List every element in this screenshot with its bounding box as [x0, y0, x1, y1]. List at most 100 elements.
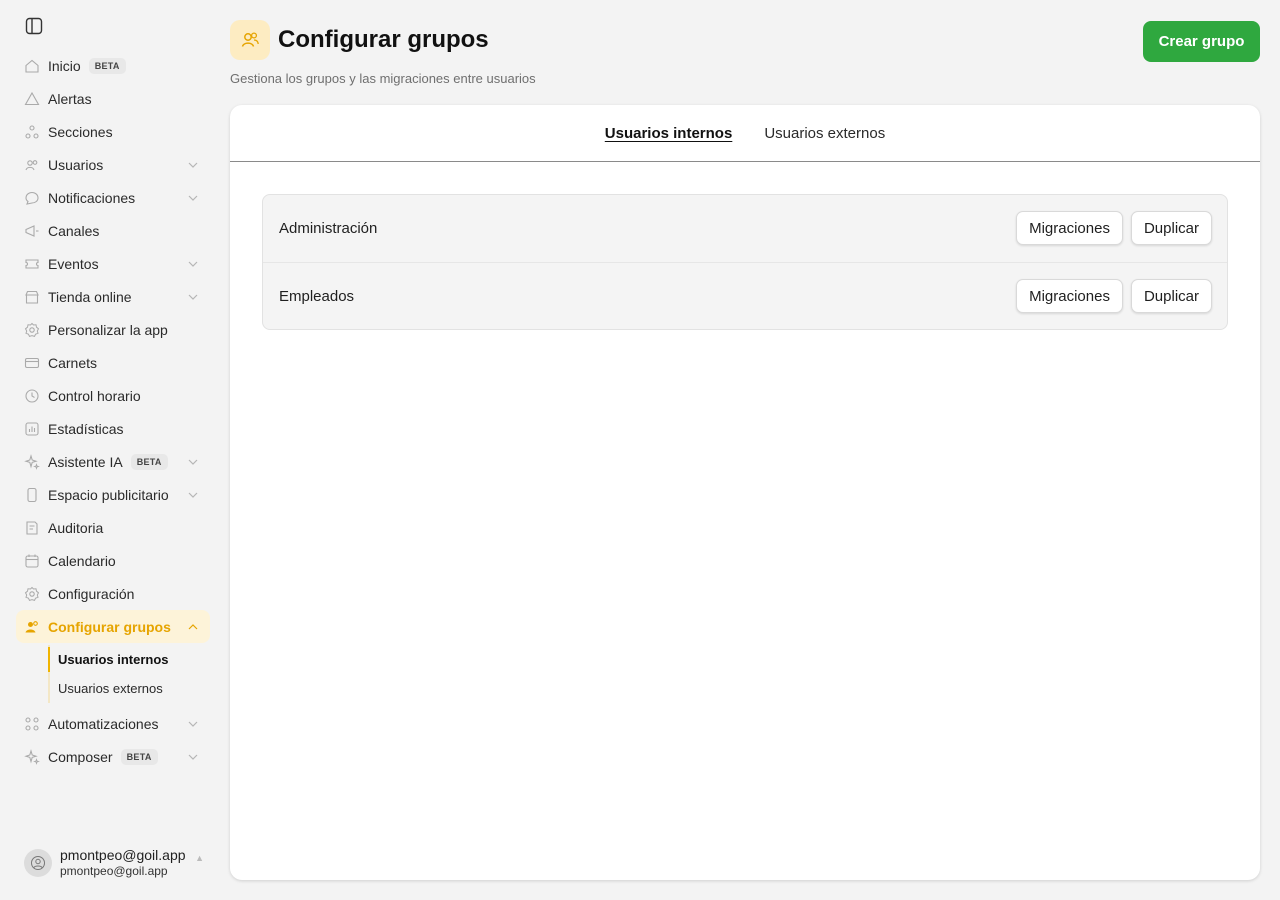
chevron-down-icon [186, 257, 200, 271]
sidebar-item-usuarios[interactable]: Usuarios [16, 148, 210, 181]
sidebar-item-tienda-online[interactable]: Tienda online [16, 280, 210, 313]
user-name: pmontpeo@goil.app [60, 847, 186, 863]
group-name: Empleados [279, 287, 355, 305]
sidebar-item-label: Asistente IA [48, 453, 123, 470]
alert-triangle-icon [24, 91, 40, 107]
row-actions: Migraciones Duplicar [1016, 279, 1212, 313]
beta-badge: BETA [130, 453, 168, 470]
sidebar-item-composer[interactable]: Composer BETA [16, 740, 210, 773]
beta-badge: BETA [88, 57, 126, 74]
sidebar-item-label: Calendario [48, 552, 116, 569]
migrations-button[interactable]: Migraciones [1016, 279, 1123, 313]
tab-internal-users[interactable]: Usuarios internos [605, 125, 733, 142]
sidebar-item-label: Automatizaciones [48, 715, 159, 732]
sidebar: Inicio BETA Alertas Secciones Usuarios Notifi… [0, 0, 220, 900]
sidebar-item-label: Carnets [48, 354, 98, 371]
sidebar-item-label: Canales [48, 222, 100, 239]
group-row: Empleados Migraciones Duplicar [263, 262, 1227, 329]
duplicate-button[interactable]: Duplicar [1130, 279, 1212, 313]
sidebar-item-configuracion[interactable]: Configuración [16, 577, 210, 610]
page-title: Configurar grupos [278, 26, 489, 53]
duplicate-button[interactable]: Duplicar [1130, 211, 1212, 245]
automation-icon [24, 716, 40, 732]
sidebar-item-label: Composer [48, 748, 113, 765]
sidebar-item-espacio-publicitario[interactable]: Espacio publicitario [16, 478, 210, 511]
sidebar-item-label: Personalizar la app [48, 321, 168, 338]
chevron-down-icon [186, 191, 200, 205]
tab-bar: Usuarios internos Usuarios externos [230, 105, 1260, 162]
user-profile[interactable]: pmontpeo@goil.app pmontpeo@goil.app ▲ [24, 843, 210, 883]
sidebar-item-eventos[interactable]: Eventos [16, 247, 210, 280]
sidebar-item-label: Notificaciones [48, 189, 136, 206]
sidebar-item-notificaciones[interactable]: Notificaciones [16, 181, 210, 214]
sidebar-item-label: Usuarios [48, 156, 104, 173]
sidebar-subnav: Usuarios internos Usuarios externos [48, 643, 210, 707]
sidebar-item-label: Espacio publicitario [48, 486, 169, 503]
sidebar-nav: Inicio BETA Alertas Secciones Usuarios Notifi… [16, 49, 210, 773]
sections-icon [24, 124, 40, 140]
sidebar-item-auditoria[interactable]: Auditoria [16, 511, 210, 544]
user-email: pmontpeo@goil.app [60, 864, 168, 878]
chevron-up-icon [186, 620, 200, 634]
sparkle-icon [24, 453, 40, 470]
row-actions: Migraciones Duplicar [1016, 211, 1212, 245]
avatar [24, 849, 52, 877]
chevron-down-icon [186, 158, 200, 172]
sidebar-item-label: Inicio [48, 57, 81, 74]
sidebar-item-label: Secciones [48, 123, 113, 140]
chevron-up-icon: ▲ [195, 853, 204, 863]
sidebar-item-label: Configurar grupos [48, 618, 171, 635]
subnav-item-usuarios-externos[interactable]: Usuarios externos [48, 674, 210, 703]
group-icon [24, 619, 40, 635]
sidebar-item-personalizar-la-app[interactable]: Personalizar la app [16, 313, 210, 346]
chat-bubble-icon [24, 190, 40, 206]
phone-icon [24, 487, 40, 503]
sidebar-item-calendario[interactable]: Calendario [16, 544, 210, 577]
sidebar-item-alertas[interactable]: Alertas [16, 82, 210, 115]
group-row: Administración Migraciones Duplicar [263, 195, 1227, 262]
clock-icon [24, 388, 40, 404]
card-icon [24, 355, 40, 371]
sidebar-item-label: Eventos [48, 255, 99, 272]
megaphone-icon [24, 223, 40, 239]
chevron-down-icon [186, 717, 200, 731]
sidebar-item-inicio[interactable]: Inicio BETA [16, 49, 210, 82]
home-icon [24, 58, 40, 74]
chevron-down-icon [186, 750, 200, 764]
sidebar-item-label: Tienda online [48, 288, 132, 305]
group-name: Administración [279, 220, 378, 237]
beta-badge: BETA [120, 748, 158, 765]
users-icon [24, 157, 40, 173]
sidebar-item-label: Configuración [48, 585, 135, 602]
sparkle-icon [24, 748, 40, 765]
chevron-down-icon [186, 290, 200, 304]
sidebar-item-carnets[interactable]: Carnets [16, 346, 210, 379]
sidebar-item-asistente-ia[interactable]: Asistente IA BETA [16, 445, 210, 478]
sidebar-item-estadisticas[interactable]: Estadísticas [16, 412, 210, 445]
tab-external-users[interactable]: Usuarios externos [764, 125, 885, 142]
settings-gear-icon [24, 322, 40, 338]
page-subtitle: Gestiona los grupos y las migraciones en… [230, 71, 536, 86]
migrations-button[interactable]: Migraciones [1016, 211, 1123, 245]
group-list: Administración Migraciones Duplicar Empl… [262, 194, 1228, 330]
sidebar-item-configurar-grupos[interactable]: Configurar grupos [16, 610, 210, 643]
sidebar-toggle-icon[interactable] [24, 16, 44, 36]
sidebar-item-label: Estadísticas [48, 420, 124, 437]
sidebar-item-control-horario[interactable]: Control horario [16, 379, 210, 412]
sidebar-item-label: Control horario [48, 387, 141, 404]
create-group-button[interactable]: Crear grupo [1143, 21, 1260, 62]
chevron-down-icon [186, 455, 200, 469]
subnav-item-usuarios-internos[interactable]: Usuarios internos [48, 645, 210, 674]
app-root: Inicio BETA Alertas Secciones Usuarios Notifi… [0, 0, 1280, 900]
sidebar-item-label: Auditoria [48, 519, 104, 536]
calendar-icon [24, 553, 40, 569]
groups-card: Usuarios internos Usuarios externos Admi… [230, 105, 1260, 880]
sidebar-item-automatizaciones[interactable]: Automatizaciones [16, 707, 210, 740]
bar-chart-icon [24, 421, 40, 437]
store-icon [24, 289, 40, 305]
cog-icon [24, 586, 40, 602]
sidebar-item-secciones[interactable]: Secciones [16, 115, 210, 148]
sidebar-item-canales[interactable]: Canales [16, 214, 210, 247]
sidebar-item-label: Alertas [48, 90, 92, 107]
chevron-down-icon [186, 488, 200, 502]
